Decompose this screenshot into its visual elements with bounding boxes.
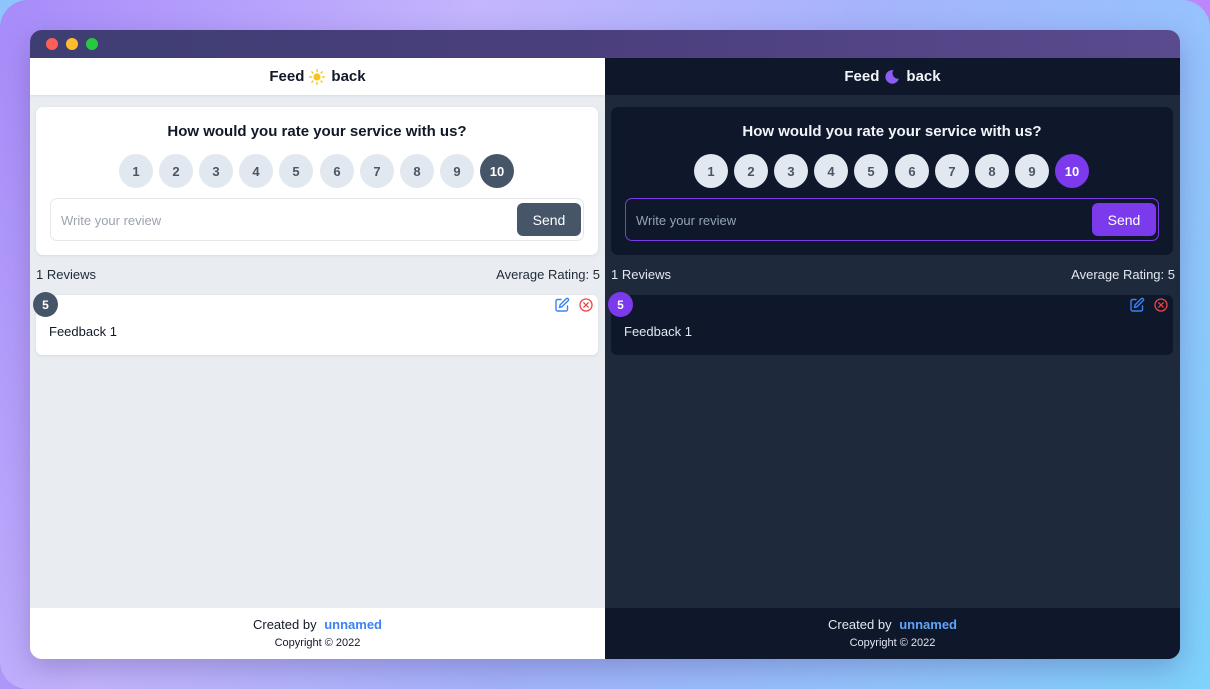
maximize-window-button[interactable] — [86, 38, 98, 50]
rating-form-card: How would you rate your service with us?… — [36, 107, 598, 255]
minimize-window-button[interactable] — [66, 38, 78, 50]
edit-icon[interactable] — [554, 297, 570, 313]
window-titlebar — [30, 30, 1180, 58]
review-input[interactable] — [636, 209, 1076, 231]
review-input[interactable] — [61, 209, 501, 231]
rating-option-1[interactable]: 1 — [119, 154, 153, 188]
app-title-prefix: Feed — [269, 68, 305, 85]
rating-option-6[interactable]: 6 — [895, 154, 929, 188]
rating-options: 1 2 3 4 5 6 7 8 9 10 — [694, 154, 1094, 188]
close-window-button[interactable] — [46, 38, 58, 50]
rating-option-5[interactable]: 5 — [279, 154, 313, 188]
rating-option-7[interactable]: 7 — [360, 154, 394, 188]
rating-option-2[interactable]: 2 — [159, 154, 193, 188]
rating-options: 1 2 3 4 5 6 7 8 9 10 — [119, 154, 519, 188]
footer-credit: Created by unnamed — [30, 617, 605, 632]
rating-option-2[interactable]: 2 — [734, 154, 768, 188]
author-link[interactable]: unnamed — [324, 617, 382, 632]
review-input-group: Send — [625, 198, 1159, 241]
rating-question: How would you rate your service with us? — [742, 123, 1042, 140]
average-rating: Average Rating: 5 — [496, 267, 600, 282]
app-title-prefix: Feed — [844, 68, 880, 85]
app-window: Feed back How would you rate your servic… — [30, 30, 1180, 659]
feedback-item: 5 Feedback 1 — [608, 292, 1173, 355]
app-header: Feed back — [605, 58, 1180, 95]
rating-option-9[interactable]: 9 — [1015, 154, 1049, 188]
rating-option-4[interactable]: 4 — [239, 154, 273, 188]
dark-theme-pane: Feed back How would you rate your servic… — [605, 58, 1180, 659]
rating-question: How would you rate your service with us? — [167, 123, 467, 140]
rating-option-10[interactable]: 10 — [1055, 154, 1089, 188]
moon-icon[interactable] — [884, 69, 900, 85]
rating-option-6[interactable]: 6 — [320, 154, 354, 188]
rating-option-8[interactable]: 8 — [975, 154, 1009, 188]
rating-option-4[interactable]: 4 — [814, 154, 848, 188]
edit-icon[interactable] — [1129, 297, 1145, 313]
rating-option-10[interactable]: 10 — [480, 154, 514, 188]
feedback-rating-badge: 5 — [33, 292, 58, 317]
footer-created-by: Created by — [252, 617, 317, 632]
rating-option-7[interactable]: 7 — [935, 154, 969, 188]
app-title-suffix: back — [331, 68, 366, 85]
reviews-count: 1 Reviews — [611, 267, 671, 282]
rating-form-card: How would you rate your service with us?… — [611, 107, 1173, 255]
light-theme-pane: Feed back How would you rate your servic… — [30, 58, 605, 659]
rating-option-1[interactable]: 1 — [694, 154, 728, 188]
rating-option-3[interactable]: 3 — [774, 154, 808, 188]
feedback-text: Feedback 1 — [49, 324, 117, 339]
send-button[interactable]: Send — [517, 203, 581, 236]
average-rating: Average Rating: 5 — [1071, 267, 1175, 282]
app-footer: Created by unnamed Copyright © 2022 — [605, 608, 1180, 659]
send-button[interactable]: Send — [1092, 203, 1156, 236]
feedback-rating-badge: 5 — [608, 292, 633, 317]
rating-option-3[interactable]: 3 — [199, 154, 233, 188]
rating-option-5[interactable]: 5 — [854, 154, 888, 188]
author-link[interactable]: unnamed — [899, 617, 957, 632]
app-footer: Created by unnamed Copyright © 2022 — [30, 608, 605, 659]
delete-icon[interactable] — [578, 297, 594, 313]
rating-option-8[interactable]: 8 — [400, 154, 434, 188]
feedback-stats: 1 Reviews Average Rating: 5 — [36, 267, 600, 285]
delete-icon[interactable] — [1153, 297, 1169, 313]
feedback-text: Feedback 1 — [624, 324, 692, 339]
feedback-stats: 1 Reviews Average Rating: 5 — [611, 267, 1175, 285]
feedback-item: 5 Feedback 1 — [33, 292, 598, 355]
rating-option-9[interactable]: 9 — [440, 154, 474, 188]
footer-copyright: Copyright © 2022 — [274, 637, 361, 649]
app-header: Feed back — [30, 58, 605, 95]
reviews-count: 1 Reviews — [36, 267, 96, 282]
footer-copyright: Copyright © 2022 — [849, 637, 936, 649]
footer-credit: Created by unnamed — [605, 617, 1180, 632]
review-input-group: Send — [50, 198, 584, 241]
footer-created-by: Created by — [827, 617, 892, 632]
sun-icon[interactable] — [309, 68, 326, 85]
app-title-suffix: back — [906, 68, 941, 85]
